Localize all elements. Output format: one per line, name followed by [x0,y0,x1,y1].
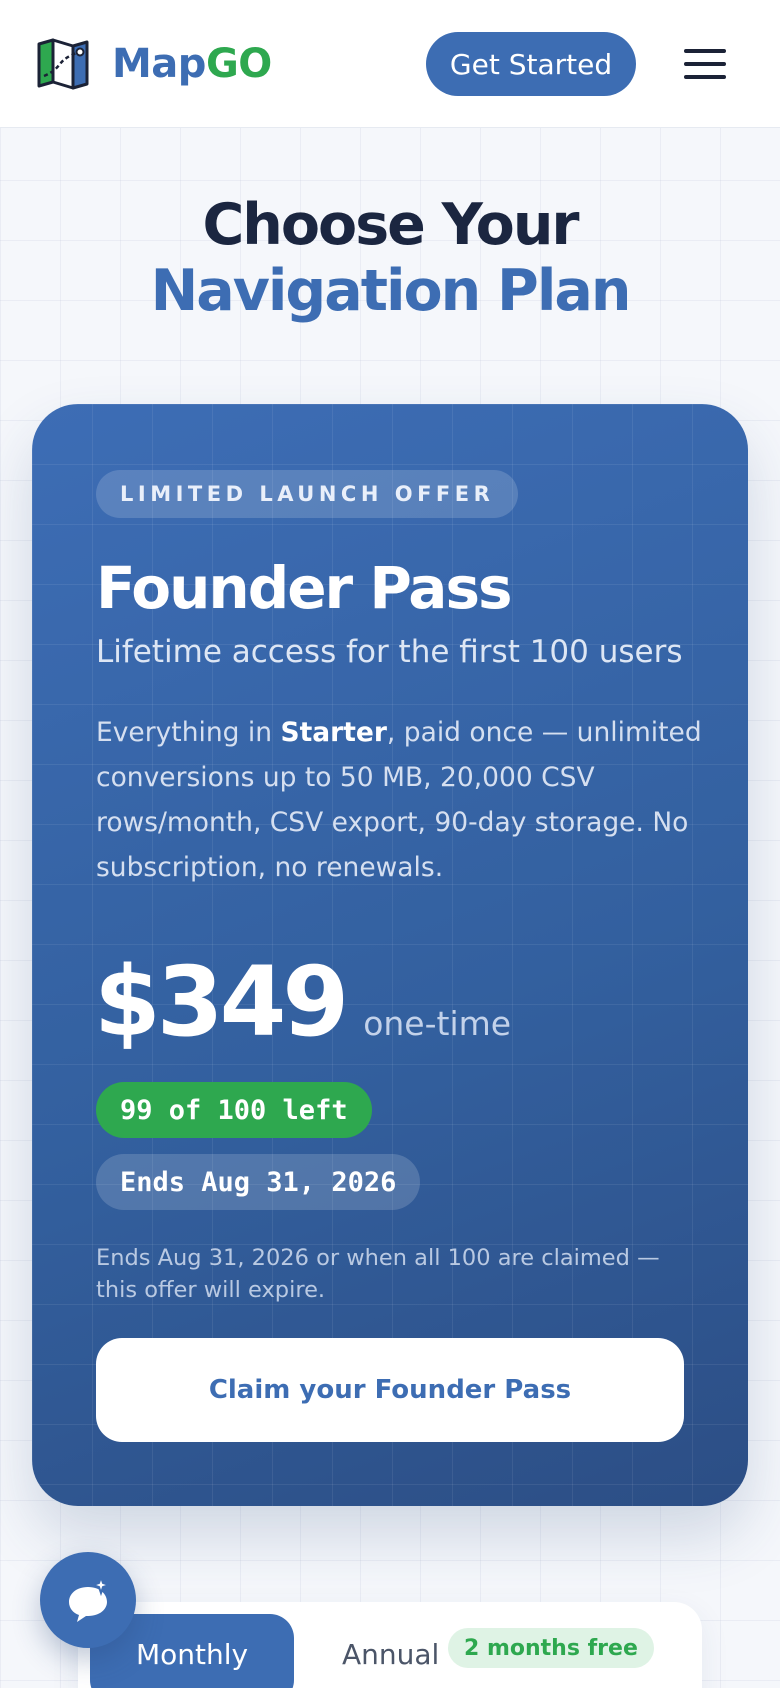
brand-logo[interactable]: MapGO [36,38,272,90]
end-date-badge: Ends Aug 31, 2026 [96,1154,421,1210]
site-header: MapGO Get Started [0,0,780,128]
chat-button[interactable] [40,1552,136,1648]
page-title-main: Choose Your [202,192,579,258]
plan-description: Everything in Starter, paid once — unlim… [96,710,702,890]
folded-map-icon [37,38,89,90]
plan-subtitle: Lifetime access for the first 100 users [96,634,683,670]
claim-founder-pass-button[interactable]: Claim your Founder Pass [96,1338,684,1442]
menu-bar [684,62,726,66]
toggle-annual[interactable]: Annual [342,1638,439,1671]
price-note: one-time [363,1004,512,1043]
brand-name: MapGO [112,41,272,87]
chat-sparkle-icon [69,1575,113,1622]
limited-offer-badge: LIMITED LAUNCH OFFER [96,470,519,518]
expire-note: Ends Aug 31, 2026 or when all 100 are cl… [96,1245,660,1303]
remaining-count-badge: 99 of 100 left [96,1082,372,1138]
founder-pass-card: LIMITED LAUNCH OFFER Founder Pass Lifeti… [32,404,748,1506]
menu-bar [684,75,726,79]
billing-period-toggle: Monthly Annual 2 months free [78,1602,702,1688]
price-row: $349 one-time [94,946,511,1058]
get-started-button[interactable]: Get Started [426,32,636,96]
plan-price: $349 [94,946,349,1058]
hamburger-menu-icon[interactable] [684,44,726,84]
plan-description-bold: Starter [280,717,387,748]
plan-title: Founder Pass [96,554,512,622]
brand-name-map: Map [112,41,206,87]
page-title: Choose Your Navigation Plan [40,192,740,324]
annual-discount-badge: 2 months free [448,1628,654,1668]
brand-name-go: GO [205,41,272,87]
menu-bar [684,49,726,53]
plan-description-prefix: Everything in [96,717,281,748]
page-title-accent: Navigation Plan [150,258,632,324]
